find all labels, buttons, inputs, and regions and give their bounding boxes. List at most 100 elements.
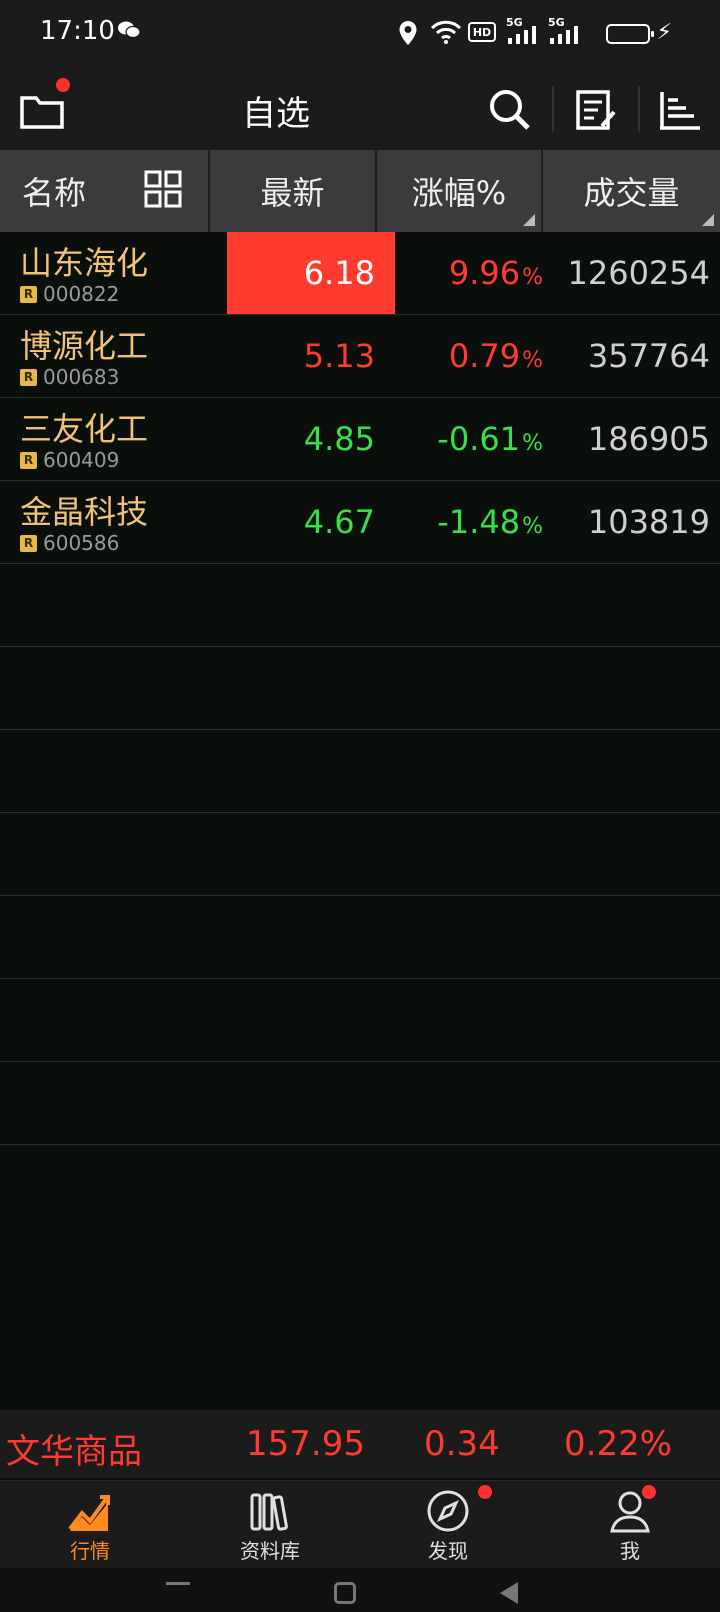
stock-code: 000683 (43, 365, 120, 389)
stock-code-group: R 600409 (20, 448, 119, 472)
column-volume[interactable]: 成交量 (543, 150, 720, 232)
tab-market[interactable]: 行情 (30, 1485, 150, 1569)
stock-price-value: 4.67 (303, 503, 375, 541)
back-nav-icon[interactable] (500, 1582, 518, 1604)
header-divider (552, 86, 554, 132)
percent-sign: % (522, 430, 543, 456)
hd-badge: HD (468, 22, 496, 42)
stock-change-value: -1.48 (437, 503, 521, 541)
index-ticker[interactable]: 文华商品 157.95 0.34 0.22% (0, 1410, 720, 1478)
ticker-percent: 0.22% (564, 1424, 673, 1464)
signal-bars-icon (508, 26, 536, 44)
empty-row[interactable] (0, 730, 720, 813)
tab-me[interactable]: 我 (570, 1485, 690, 1569)
stock-change: 0.79% (395, 315, 543, 397)
stock-change: -0.61% (395, 398, 543, 480)
status-bar: 17:10 HD 5G 5G ⚡ (0, 0, 720, 66)
stock-price: 5.13 (227, 315, 395, 397)
sort-triangle-icon (702, 214, 714, 226)
stock-code-group: R 000683 (20, 365, 119, 389)
stock-price: 4.85 (227, 398, 395, 480)
location-icon (399, 21, 417, 45)
percent-sign: % (522, 347, 543, 373)
column-change[interactable]: 涨幅% (377, 150, 543, 232)
tab-label: 发现 (428, 1539, 468, 1563)
stock-code: 600409 (43, 448, 120, 472)
stock-volume: 1260254 (567, 254, 710, 292)
stock-price-value: 4.85 (303, 420, 375, 458)
stock-code: 600586 (43, 531, 120, 555)
system-nav-bar (0, 1568, 720, 1612)
column-name-label: 名称 (22, 174, 87, 212)
tab-label: 我 (620, 1539, 640, 1563)
battery-icon (606, 24, 654, 44)
column-volume-label: 成交量 (583, 174, 680, 212)
stock-change-value: -0.61 (437, 420, 521, 458)
tab-label: 行情 (70, 1539, 110, 1563)
wechat-icon (118, 21, 141, 39)
r-badge: R (20, 534, 37, 552)
tab-discover[interactable]: 发现 (388, 1485, 508, 1569)
stock-row[interactable]: 山东海化 R 000822 6.18 9.96% 1260254 (0, 232, 720, 315)
discover-notification-dot (478, 1485, 492, 1499)
signal-1: 5G (506, 16, 540, 46)
empty-row[interactable] (0, 647, 720, 730)
stock-row[interactable]: 博源化工 R 000683 5.13 0.79% 357764 (0, 315, 720, 398)
status-time: 17:10 (40, 16, 115, 46)
bottom-tab-bar: 行情 资料库 发现 我 (0, 1480, 720, 1568)
stock-row[interactable]: 金晶科技 R 600586 4.67 -1.48% 103819 (0, 481, 720, 564)
tab-library[interactable]: 资料库 (210, 1485, 330, 1569)
stock-volume: 186905 (587, 420, 710, 458)
sort-bars-icon[interactable] (656, 86, 704, 134)
menu-nav-icon[interactable] (166, 1582, 190, 1585)
stock-change: 9.96% (395, 232, 543, 314)
signal-bars-icon (550, 26, 578, 44)
r-badge: R (20, 285, 37, 303)
grid-view-icon[interactable] (144, 170, 182, 208)
watchlist: 山东海化 R 000822 6.18 9.96% 1260254 博源化工 R … (0, 232, 720, 1145)
stock-price-value: 5.13 (303, 337, 375, 375)
stock-price: 4.67 (227, 481, 395, 563)
sort-triangle-icon (523, 214, 535, 226)
stock-change-value: 0.79 (448, 337, 521, 375)
percent-sign: % (522, 513, 543, 539)
app-header: 自选 (0, 66, 720, 150)
stock-code-group: R 600586 (20, 531, 119, 555)
column-latest[interactable]: 最新 (210, 150, 377, 232)
edit-list-icon[interactable] (572, 86, 620, 134)
wifi-icon (430, 20, 462, 44)
hd-text: HD (472, 25, 492, 39)
stock-name: 三友化工 (20, 410, 149, 448)
stock-volume: 357764 (587, 337, 710, 375)
tab-label: 资料库 (240, 1539, 300, 1563)
header-divider (638, 86, 640, 132)
column-header-bar: 名称 最新 涨幅% 成交量 (0, 150, 720, 232)
stock-change: -1.48% (395, 481, 543, 563)
stock-row[interactable]: 三友化工 R 600409 4.85 -0.61% 186905 (0, 398, 720, 481)
empty-row[interactable] (0, 896, 720, 979)
ticker-value: 157.95 (246, 1424, 365, 1464)
stock-code: 000822 (43, 282, 120, 306)
search-icon[interactable] (486, 86, 534, 134)
r-badge: R (20, 451, 37, 469)
home-nav-icon[interactable] (334, 1582, 356, 1604)
empty-row[interactable] (0, 813, 720, 896)
stock-name: 金晶科技 (20, 493, 149, 531)
market-chart-icon (68, 1495, 110, 1531)
stock-code-group: R 000822 (20, 282, 119, 306)
stock-name: 山东海化 (20, 244, 149, 282)
column-name[interactable]: 名称 (0, 150, 210, 232)
compass-icon (427, 1490, 469, 1532)
signal-2: 5G (548, 16, 582, 46)
column-change-label: 涨幅% (411, 174, 507, 212)
percent-sign: % (522, 264, 543, 290)
stock-price-value: 6.18 (303, 254, 375, 292)
ticker-change: 0.34 (424, 1424, 500, 1464)
stock-price: 6.18 (227, 232, 395, 314)
empty-row[interactable] (0, 564, 720, 647)
empty-row[interactable] (0, 979, 720, 1062)
empty-row[interactable] (0, 1062, 720, 1145)
stock-change-value: 9.96 (448, 254, 521, 292)
r-badge: R (20, 368, 37, 386)
page-title: 自选 (242, 94, 310, 134)
